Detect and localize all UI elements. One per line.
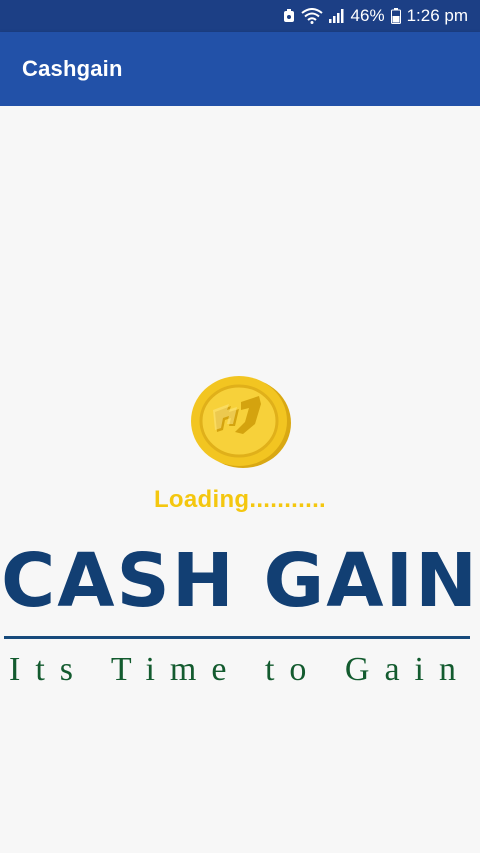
- wifi-icon: [300, 8, 323, 24]
- logo-divider: [4, 636, 470, 639]
- status-bar: 46% 1:26 pm: [0, 0, 480, 32]
- cash-gain-logo: CASH GAIN Its Time to Gain: [0, 536, 480, 706]
- clock: 1:26 pm: [406, 6, 468, 25]
- logo-text: CASH GAIN: [0, 538, 480, 624]
- app-title: Cashgain: [22, 56, 123, 81]
- rupee-coin-icon: [185, 374, 293, 470]
- signal-icon: [328, 9, 345, 23]
- tagline: Its Time to Gain: [9, 651, 471, 688]
- battery-percent: 46%: [350, 6, 385, 25]
- splash-content: Loading........... CASH GAIN Its Time to…: [0, 106, 480, 853]
- app-bar: Cashgain: [0, 32, 480, 106]
- loading-text: Loading...........: [153, 486, 327, 513]
- battery-icon: [390, 8, 401, 24]
- notification-icon: [283, 9, 295, 23]
